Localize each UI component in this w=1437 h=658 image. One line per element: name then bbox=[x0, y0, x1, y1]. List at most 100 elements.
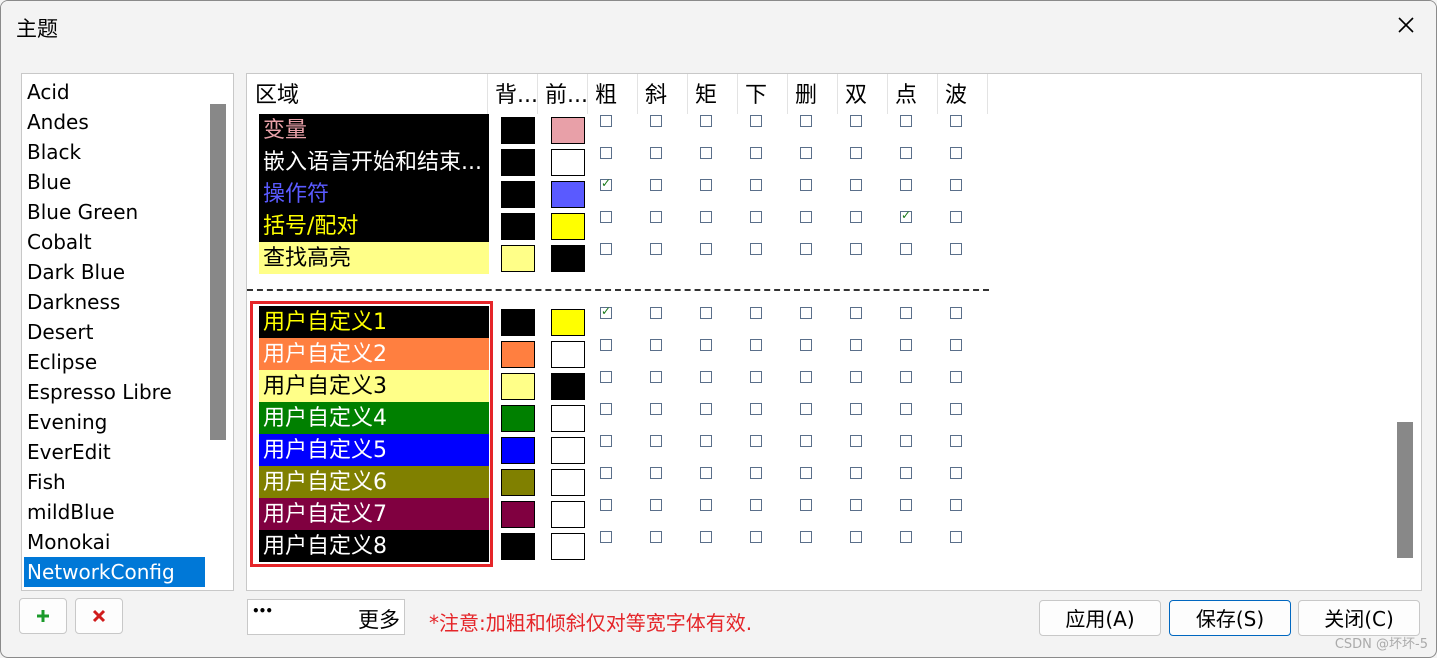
theme-list-item[interactable]: Acid bbox=[24, 77, 205, 107]
background-color-swatch[interactable] bbox=[501, 117, 535, 144]
delete-theme-button[interactable] bbox=[75, 598, 123, 634]
theme-list-item[interactable]: Monokai bbox=[24, 527, 205, 557]
style-checkbox[interactable] bbox=[800, 467, 812, 479]
header-region[interactable]: 区域 bbox=[255, 74, 485, 114]
style-checkbox[interactable] bbox=[900, 403, 912, 415]
background-color-swatch[interactable] bbox=[501, 469, 535, 496]
style-checkbox[interactable] bbox=[750, 339, 762, 351]
background-color-swatch[interactable] bbox=[501, 533, 535, 560]
style-checkbox[interactable] bbox=[950, 403, 962, 415]
foreground-color-swatch[interactable] bbox=[551, 309, 585, 336]
region-label[interactable]: 用户自定义1 bbox=[259, 306, 489, 338]
style-checkbox[interactable] bbox=[750, 243, 762, 255]
theme-list-item[interactable]: EverEdit bbox=[24, 437, 205, 467]
foreground-color-swatch[interactable] bbox=[551, 405, 585, 432]
style-checkbox[interactable] bbox=[650, 435, 662, 447]
foreground-color-swatch[interactable] bbox=[551, 437, 585, 464]
style-checkbox[interactable] bbox=[600, 467, 612, 479]
background-color-swatch[interactable] bbox=[501, 245, 535, 272]
theme-list-item[interactable]: Dark Blue bbox=[24, 257, 205, 287]
theme-list-item[interactable]: Evening bbox=[24, 407, 205, 437]
style-checkbox[interactable] bbox=[600, 531, 612, 543]
style-checkbox[interactable] bbox=[600, 371, 612, 383]
theme-list-item[interactable]: Blue Green bbox=[24, 197, 205, 227]
header-style-3[interactable]: 下 bbox=[745, 74, 785, 114]
style-checkbox[interactable] bbox=[950, 243, 962, 255]
style-checkbox[interactable] bbox=[800, 211, 812, 223]
region-label[interactable]: 查找高亮 bbox=[259, 242, 489, 274]
style-checkbox[interactable] bbox=[600, 115, 612, 127]
theme-list-item[interactable]: Blue bbox=[24, 167, 205, 197]
style-checkbox[interactable] bbox=[950, 211, 962, 223]
header-background[interactable]: 背... bbox=[495, 74, 537, 114]
theme-list-item[interactable]: NetworkConfig bbox=[24, 557, 205, 587]
style-checkbox[interactable] bbox=[600, 243, 612, 255]
style-checkbox[interactable] bbox=[900, 531, 912, 543]
region-label[interactable]: 用户自定义8 bbox=[259, 530, 489, 562]
foreground-color-swatch[interactable] bbox=[551, 341, 585, 368]
style-checkbox[interactable] bbox=[700, 115, 712, 127]
style-checkbox[interactable] bbox=[900, 243, 912, 255]
style-checkbox[interactable] bbox=[850, 499, 862, 511]
close-icon[interactable] bbox=[1394, 13, 1418, 37]
style-checkbox[interactable] bbox=[850, 531, 862, 543]
background-color-swatch[interactable] bbox=[501, 149, 535, 176]
style-checkbox[interactable] bbox=[700, 499, 712, 511]
style-checkbox[interactable] bbox=[700, 371, 712, 383]
style-checkbox[interactable] bbox=[950, 531, 962, 543]
style-checkbox[interactable] bbox=[600, 339, 612, 351]
region-label[interactable]: 用户自定义2 bbox=[259, 338, 489, 370]
close-button[interactable]: 关闭(C) bbox=[1298, 600, 1420, 636]
style-checkbox[interactable] bbox=[950, 371, 962, 383]
foreground-color-swatch[interactable] bbox=[551, 181, 585, 208]
region-label[interactable]: 用户自定义7 bbox=[259, 498, 489, 530]
region-label[interactable]: 用户自定义3 bbox=[259, 370, 489, 402]
style-checkbox[interactable] bbox=[900, 179, 912, 191]
style-checkbox[interactable] bbox=[900, 435, 912, 447]
style-checkbox[interactable] bbox=[650, 339, 662, 351]
style-checkbox[interactable] bbox=[650, 147, 662, 159]
theme-list-item[interactable]: Cobalt bbox=[24, 227, 205, 257]
style-checkbox[interactable] bbox=[600, 211, 612, 223]
style-checkbox[interactable] bbox=[800, 499, 812, 511]
style-checkbox[interactable] bbox=[800, 147, 812, 159]
style-checkbox[interactable]: ✓ bbox=[600, 304, 612, 319]
style-checkbox[interactable] bbox=[900, 499, 912, 511]
style-checkbox[interactable] bbox=[850, 115, 862, 127]
style-checkbox[interactable] bbox=[850, 307, 862, 319]
background-color-swatch[interactable] bbox=[501, 501, 535, 528]
theme-list-item[interactable]: Eclipse bbox=[24, 347, 205, 377]
background-color-swatch[interactable] bbox=[501, 437, 535, 464]
style-checkbox[interactable] bbox=[750, 467, 762, 479]
background-color-swatch[interactable] bbox=[501, 341, 535, 368]
style-checkbox[interactable] bbox=[900, 147, 912, 159]
foreground-color-swatch[interactable] bbox=[551, 245, 585, 272]
style-checkbox[interactable] bbox=[900, 371, 912, 383]
style-checkbox[interactable] bbox=[800, 243, 812, 255]
style-checkbox[interactable] bbox=[700, 403, 712, 415]
save-button[interactable]: 保存(S) bbox=[1169, 600, 1291, 636]
apply-button[interactable]: 应用(A) bbox=[1039, 600, 1161, 636]
style-checkbox[interactable] bbox=[950, 467, 962, 479]
style-checkbox[interactable] bbox=[800, 435, 812, 447]
style-checkbox[interactable] bbox=[650, 307, 662, 319]
style-checkbox[interactable] bbox=[950, 339, 962, 351]
style-checkbox[interactable] bbox=[750, 531, 762, 543]
style-checkbox[interactable] bbox=[800, 371, 812, 383]
style-checkbox[interactable] bbox=[650, 211, 662, 223]
header-style-1[interactable]: 斜 bbox=[645, 74, 685, 114]
style-checkbox[interactable] bbox=[850, 371, 862, 383]
style-checkbox[interactable] bbox=[950, 435, 962, 447]
style-checkbox[interactable] bbox=[800, 179, 812, 191]
style-checkbox[interactable] bbox=[650, 179, 662, 191]
style-checkbox[interactable] bbox=[600, 435, 612, 447]
style-checkbox[interactable] bbox=[900, 115, 912, 127]
background-color-swatch[interactable] bbox=[501, 373, 535, 400]
style-checkbox[interactable] bbox=[950, 307, 962, 319]
theme-list[interactable]: Acid Andes Black Blue Blue Green Cobalt Dark B… bbox=[21, 73, 234, 591]
style-checkbox[interactable] bbox=[850, 467, 862, 479]
region-label[interactable]: 用户自定义6 bbox=[259, 466, 489, 498]
style-checkbox[interactable] bbox=[900, 307, 912, 319]
style-checkbox[interactable] bbox=[800, 403, 812, 415]
style-checkbox[interactable] bbox=[950, 179, 962, 191]
